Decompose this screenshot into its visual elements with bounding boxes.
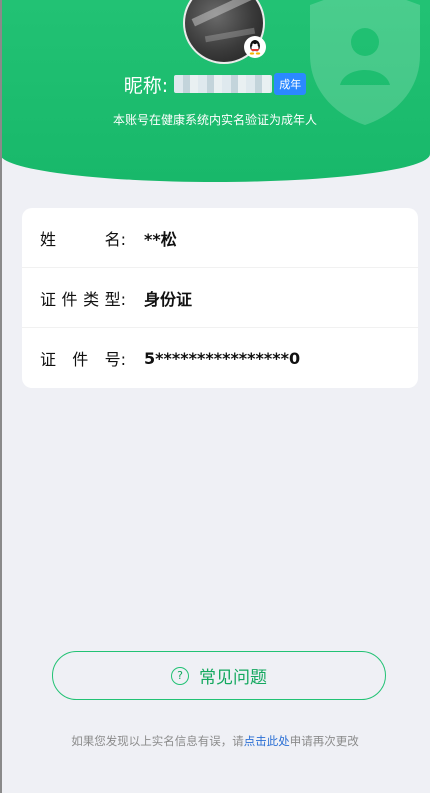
info-row-id-number: 证 件 号: 5****************0 <box>22 328 418 388</box>
window-edge <box>0 0 2 793</box>
profile-header: 昵称: 成年 本账号在健康系统内实名验证为成年人 <box>0 0 430 182</box>
correction-note-prefix: 如果您发现以上实名信息有误，请 <box>71 734 244 748</box>
nickname-blurred <box>174 75 273 93</box>
faq-button-label: 常见问题 <box>199 668 267 688</box>
info-row-id-type: 证 件 类 型: 身份证 <box>22 268 418 328</box>
info-label: 证 件 类 型: <box>40 289 126 309</box>
adult-badge: 成年 <box>274 73 307 95</box>
correction-link[interactable]: 点击此处 <box>244 734 290 748</box>
info-row-name: 姓 名: **松 <box>22 208 418 268</box>
real-name-info-card: 姓 名: **松 证 件 类 型: 身份证 证 件 号: 5**********… <box>22 208 418 388</box>
info-value-name: **松 <box>144 229 177 249</box>
nickname-label: 昵称: <box>123 74 169 97</box>
info-value-id-type: 身份证 <box>144 289 193 309</box>
qq-icon <box>244 36 266 58</box>
verification-text: 本账号在健康系统内实名验证为成年人 <box>112 113 317 127</box>
correction-note-suffix: 申请再次更改 <box>289 734 359 748</box>
question-circle-icon: ? <box>171 666 189 685</box>
info-label: 姓 名: <box>40 229 126 249</box>
info-value-id-number: 5****************0 <box>144 348 301 368</box>
nickname-row: 昵称: 成年 <box>0 70 430 98</box>
info-label: 证 件 号: <box>40 350 126 369</box>
faq-button[interactable]: ? 常见问题 <box>52 651 386 700</box>
correction-note: 如果您发现以上实名信息有误，请点击此处申请再次更改 <box>0 733 430 749</box>
